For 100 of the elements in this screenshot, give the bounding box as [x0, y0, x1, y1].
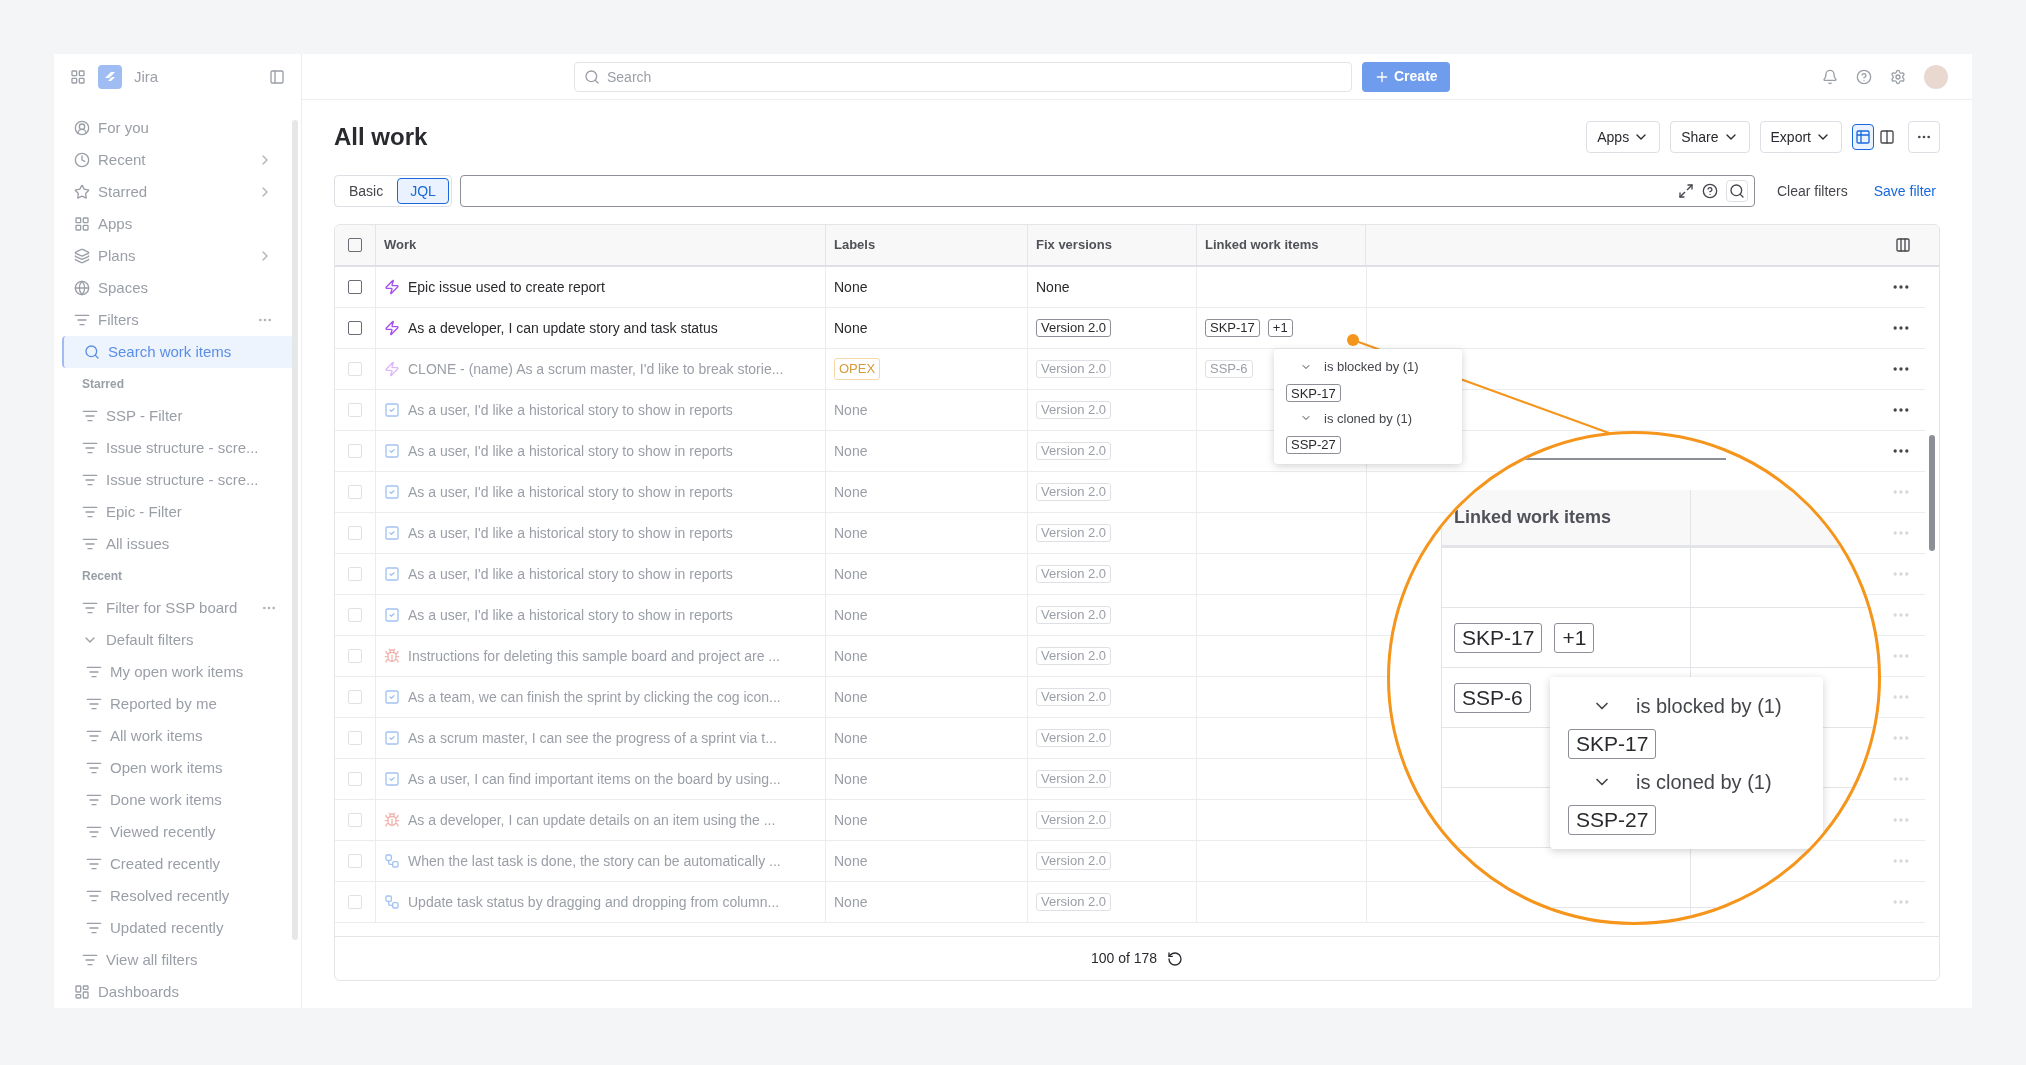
checkbox[interactable] — [348, 280, 362, 294]
sidebar-item[interactable]: Issue structure - scre... — [62, 432, 293, 464]
work-item-title[interactable]: As a user, I'd like a historical story to show in reports — [408, 481, 733, 503]
work-item-title[interactable]: As a developer, I can update details on an item using the ... — [408, 809, 776, 831]
table-scrollbar[interactable] — [1929, 435, 1935, 551]
tag[interactable]: SSP-27 — [1286, 435, 1341, 454]
tag[interactable]: Version 2.0 — [1036, 442, 1112, 460]
sidebar-item[interactable]: My open work items — [62, 656, 293, 688]
view-toggle[interactable] — [1852, 124, 1874, 150]
column-header[interactable]: Work — [375, 225, 825, 265]
tag[interactable]: SSP-6 — [1205, 360, 1253, 378]
sidebar-item[interactable]: Resolved recently — [62, 880, 293, 912]
tag[interactable]: SSP-27 — [1568, 805, 1657, 835]
tag[interactable]: Version 2.0 — [1036, 565, 1112, 583]
sidebar-item[interactable]: Filter for SSP board — [62, 592, 293, 624]
sidebar-item[interactable]: Apps — [54, 208, 301, 240]
work-item-title[interactable]: Update task status by dragging and dropping from column... — [408, 891, 780, 913]
tag[interactable]: Version 2.0 — [1036, 893, 1112, 911]
link-group-toggle[interactable]: is cloned by (1) — [1592, 767, 1772, 797]
work-item-title[interactable]: As a user, I'd like a historical story to show in reports — [408, 399, 733, 421]
work-item-title[interactable]: Epic issue used to create report — [408, 276, 605, 298]
tag[interactable]: Version 2.0 — [1036, 647, 1112, 665]
sidebar-item[interactable]: Updated recently — [62, 912, 293, 944]
sidebar-item[interactable]: SSP - Filter — [62, 400, 293, 432]
help-icon[interactable] — [1701, 183, 1718, 199]
dropdown-button[interactable]: Apps — [1586, 121, 1661, 153]
tag[interactable]: Version 2.0 — [1036, 319, 1112, 337]
sidebar-item[interactable]: All work items — [62, 720, 293, 752]
sidebar-item[interactable]: Open work items — [62, 752, 293, 784]
tag[interactable]: Version 2.0 — [1036, 360, 1112, 378]
sidebar-item[interactable]: Search work items — [62, 336, 293, 368]
work-item-title[interactable]: Instructions for deleting this sample board and project are ... — [408, 645, 780, 667]
tag[interactable]: +1 — [1267, 319, 1293, 337]
work-item-title[interactable]: As a developer, I can update story and task status — [408, 317, 718, 339]
sidebar-item[interactable]: Issue structure - scre... — [62, 464, 293, 496]
sidebar-item[interactable]: Done work items — [62, 784, 293, 816]
expand-icon[interactable] — [1677, 183, 1694, 199]
link-group-toggle[interactable]: is blocked by (1) — [1300, 357, 1419, 377]
work-item-title[interactable]: As a user, I can find important items on the board by using... — [408, 768, 781, 790]
mode-tab[interactable]: Basic — [337, 178, 396, 204]
clear-filters-button[interactable]: Clear filters — [1772, 180, 1852, 202]
sidebar-item[interactable]: Spaces — [54, 272, 301, 304]
tag[interactable]: Version 2.0 — [1036, 483, 1112, 501]
sidebar-item[interactable]: Starred — [54, 176, 301, 208]
work-item-title[interactable]: As a user, I'd like a historical story to show in reports — [408, 522, 733, 544]
sidebar-item[interactable]: For you — [54, 112, 301, 144]
refresh-icon[interactable] — [1167, 950, 1184, 967]
tag[interactable]: SSP-6 — [1454, 682, 1531, 713]
tag[interactable]: SKP-17 — [1205, 319, 1260, 337]
link-group-toggle[interactable]: is cloned by (1) — [1300, 408, 1413, 428]
collapse-sidebar-icon[interactable] — [269, 69, 285, 85]
label-tag[interactable]: OPEX — [834, 358, 881, 380]
sidebar-item[interactable]: Plans — [54, 240, 301, 272]
sidebar-scrollbar[interactable] — [292, 120, 298, 940]
sidebar-item[interactable]: Dashboards — [54, 976, 301, 1008]
tag[interactable]: Version 2.0 — [1036, 811, 1112, 829]
column-header[interactable]: Labels — [825, 225, 1027, 265]
column-header[interactable]: Fix versions — [1027, 225, 1196, 265]
sidebar-group[interactable]: Default filters — [54, 624, 301, 656]
settings-icon[interactable] — [1890, 68, 1906, 85]
checkbox[interactable] — [348, 321, 362, 335]
sidebar-item[interactable]: Filters — [54, 304, 301, 336]
create-button[interactable]: Create — [1362, 61, 1450, 92]
tag[interactable]: Version 2.0 — [1036, 524, 1112, 542]
link-group-toggle[interactable]: is blocked by (1) — [1592, 691, 1782, 721]
sidebar-item[interactable]: All issues — [62, 528, 293, 560]
work-item-title[interactable]: As a team, we can finish the sprint by clicking the cog icon... — [408, 686, 781, 708]
work-item-title[interactable]: CLONE - (name) As a scrum master, I'd like to break storie... — [408, 358, 784, 380]
dropdown-button[interactable]: Export — [1759, 121, 1842, 153]
dropdown-button[interactable]: Share — [1670, 121, 1750, 153]
mode-tab[interactable]: JQL — [397, 178, 449, 204]
column-header[interactable]: Linked work items — [1196, 225, 1366, 265]
search-icon[interactable] — [1725, 180, 1748, 202]
work-item-title[interactable]: As a user, I'd like a historical story to show in reports — [408, 563, 733, 585]
work-item-title[interactable]: As a user, I'd like a historical story to show in reports — [408, 440, 733, 462]
columns-icon[interactable] — [1895, 237, 1911, 253]
sidebar-item[interactable]: Recent — [54, 144, 301, 176]
work-item-title[interactable]: As a user, I'd like a historical story to show in reports — [408, 604, 733, 626]
save-filter-link[interactable]: Save filter — [1869, 180, 1940, 202]
jql-query-field[interactable] — [459, 175, 1755, 207]
tag[interactable]: Version 2.0 — [1036, 770, 1112, 788]
work-item-title[interactable]: When the last task is done, the story can be automatically ... — [408, 850, 781, 872]
checkbox[interactable] — [348, 238, 362, 252]
tag[interactable]: Version 2.0 — [1036, 606, 1112, 624]
tag[interactable]: Version 2.0 — [1036, 852, 1112, 870]
notifications-icon[interactable] — [1822, 68, 1838, 85]
sidebar-item[interactable]: Viewed recently — [62, 816, 293, 848]
tag[interactable]: +1 — [1554, 622, 1595, 653]
app-switcher-icon[interactable] — [70, 69, 86, 85]
sidebar-item[interactable]: Epic - Filter — [62, 496, 293, 528]
tag[interactable]: SKP-17 — [1568, 729, 1657, 759]
sidebar-item[interactable]: Created recently — [62, 848, 293, 880]
work-item-title[interactable]: As a scrum master, I can see the progress of a sprint via t... — [408, 727, 777, 749]
sidebar-item[interactable]: View all filters — [62, 944, 293, 976]
tag[interactable]: Version 2.0 — [1036, 729, 1112, 747]
avatar[interactable] — [1924, 64, 1948, 89]
search-field[interactable]: Search — [574, 61, 1352, 92]
tag[interactable]: SKP-17 — [1454, 622, 1543, 653]
sidebar-item[interactable]: Reported by me — [62, 688, 293, 720]
tag[interactable]: Version 2.0 — [1036, 401, 1112, 419]
